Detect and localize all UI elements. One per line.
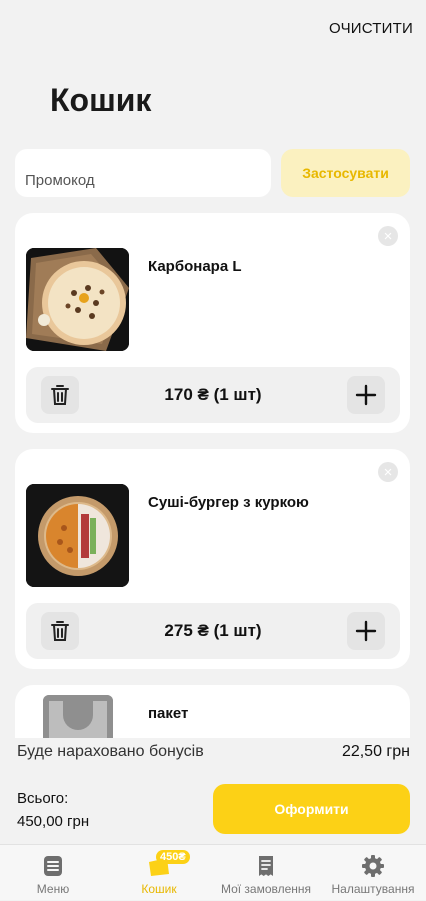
delete-button[interactable] [41,612,79,650]
bottom-navigation: Меню 450₴ Кошик Мої замовлення Налаштува… [0,844,426,900]
trash-icon [51,621,69,641]
close-icon: × [383,227,393,245]
checkout-button[interactable]: Оформити [213,784,410,834]
item-name: Карбонара L [148,258,242,275]
total-label: Всього: [17,790,69,807]
total-value: 450,00 грн [17,813,90,830]
quantity-bar: 275 ₴ (1 шт) [26,603,400,659]
increase-quantity-button[interactable] [347,376,385,414]
quantity-bar: 170 ₴ (1 шт) [26,367,400,423]
nav-item-settings[interactable]: Налаштування [320,845,426,901]
menu-icon [41,854,65,878]
product-image-pizza [26,248,129,351]
close-icon: × [383,463,393,481]
cart-item-card: Суші-бургер з куркою × 275 ₴ (1 шт) [15,449,410,669]
plus-icon [355,620,377,642]
nav-item-cart[interactable]: 450₴ Кошик [106,845,212,901]
increase-quantity-button[interactable] [347,612,385,650]
page-title: Кошик [50,82,152,118]
bonus-value: 22,50 грн [341,743,410,760]
apply-promo-button[interactable]: Застосувати [281,149,410,197]
nav-item-menu[interactable]: Меню [0,845,106,901]
product-image-sushi-burger [26,484,129,587]
remove-item-button[interactable]: × [378,462,398,482]
nav-label: Меню [36,882,70,896]
delete-button[interactable] [41,376,79,414]
order-summary: Буде нараховано бонусів 22,50 грн Всього… [0,738,426,844]
gear-icon [361,854,385,878]
item-price: 170 ₴ (1 шт) [164,385,262,404]
bonus-label: Буде нараховано бонусів [17,743,204,760]
clear-cart-button[interactable]: ОЧИСТИТИ [329,20,413,37]
cart-total-badge: 450₴ [156,850,190,864]
remove-item-button[interactable]: × [378,226,398,246]
cart-item-card: Карбонара L × 170 ₴ (1 шт) [15,213,410,433]
receipt-icon [254,854,278,878]
item-price: 275 ₴ (1 шт) [164,621,262,640]
trash-icon [51,385,69,405]
item-name: пакет [148,705,189,722]
nav-label: Кошик [141,882,177,896]
nav-label: Мої замовлення [220,882,312,896]
promo-code-input[interactable] [15,149,271,197]
item-name: Суші-бургер з куркою [148,494,309,511]
cart-icon: 450₴ [147,850,190,878]
plus-icon [355,384,377,406]
nav-label: Налаштування [331,882,415,896]
nav-item-orders[interactable]: Мої замовлення [212,845,320,901]
